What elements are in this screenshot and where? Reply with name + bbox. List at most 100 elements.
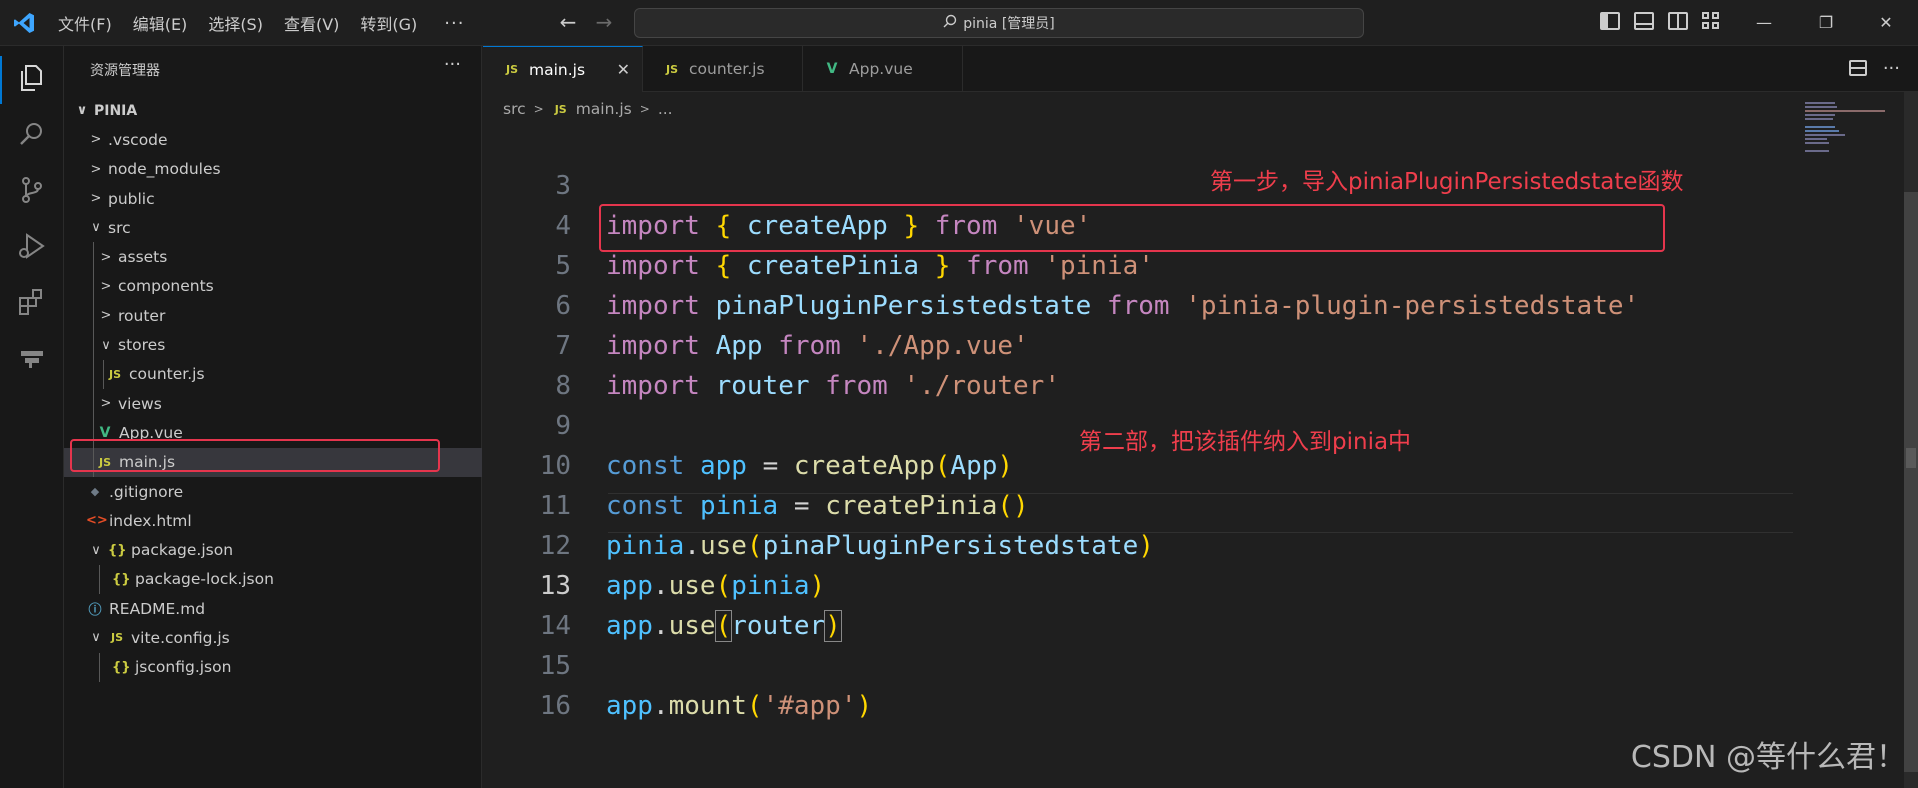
tree-item-label: counter.js [129, 365, 205, 384]
tab-main-js[interactable]: JS main.js ✕ [483, 46, 643, 92]
toggle-panel-icon[interactable] [1634, 12, 1654, 30]
minimap[interactable] [1793, 92, 1903, 788]
customize-layout-icon[interactable] [1702, 12, 1722, 30]
tree-item-readme[interactable]: ⓘ README.md [64, 594, 482, 623]
tree-item-gitignore[interactable]: ◆ .gitignore [64, 477, 482, 506]
tab-actions: ··· [1848, 58, 1900, 79]
tree-item-label: views [118, 394, 162, 413]
tree-item-src[interactable]: ∨ src [64, 213, 482, 242]
extensions-icon[interactable] [16, 286, 48, 318]
explorer-more-button[interactable]: ··· [444, 54, 461, 75]
breadcrumb-rest[interactable]: ... [658, 100, 673, 118]
file-tree: ∨ PINIA > .vscode > node_modules > publi… [64, 96, 482, 682]
indent-guide [93, 388, 94, 419]
chevron-right-icon: > [100, 308, 112, 324]
indent-guide [93, 330, 94, 360]
minimize-button[interactable]: — [1744, 8, 1784, 38]
tree-item-label: index.html [109, 511, 192, 530]
chevron-down-icon: ∨ [76, 103, 88, 119]
chevron-right-icon: > [100, 249, 112, 265]
tree-item-label: README.md [109, 599, 206, 618]
tree-item-public[interactable]: > public [64, 184, 482, 213]
chevron-right-icon: > [533, 102, 544, 116]
menu-bar: 文件(F) 编辑(E) 选择(S) 查看(V) 转到(G) ··· [58, 0, 464, 46]
tree-item-assets[interactable]: > assets [64, 242, 482, 272]
search-text: pinia [管理员] [963, 16, 1055, 32]
tree-item-package-json[interactable]: ∨ {} package.json [64, 535, 482, 564]
code-line: 15 app.mount('#app') [483, 606, 1793, 721]
run-debug-icon[interactable] [16, 230, 48, 262]
tab-app-vue[interactable]: V App.vue [803, 46, 963, 92]
editor-more-button[interactable]: ··· [1883, 58, 1900, 79]
breadcrumb-folder[interactable]: src [503, 100, 526, 118]
tree-item-jsconfig[interactable]: {} jsconfig.json [64, 652, 482, 682]
code-token: ) [856, 691, 873, 721]
arrow-left-icon[interactable]: ← [556, 10, 580, 34]
tree-item-label: package-lock.json [135, 570, 274, 589]
restore-button[interactable]: ❐ [1806, 8, 1846, 38]
tab-counter-js[interactable]: JS counter.js [643, 46, 803, 92]
breadcrumb-file[interactable]: main.js [576, 100, 632, 118]
menu-more-button[interactable]: ··· [444, 13, 464, 34]
tree-item-label: src [108, 218, 131, 237]
tree-item-vscode[interactable]: > .vscode [64, 125, 482, 154]
code-token: . [652, 691, 669, 721]
title-bar: 文件(F) 编辑(E) 选择(S) 查看(V) 转到(G) ··· ← → pi… [0, 0, 1918, 46]
menu-selection[interactable]: 选择(S) [208, 11, 263, 35]
js-file-icon: JS [108, 367, 121, 381]
command-center-search[interactable]: pinia [管理员] [634, 8, 1364, 38]
tree-item-components[interactable]: > components [64, 271, 482, 302]
explorer-icon[interactable] [16, 62, 48, 94]
indent-guide [93, 301, 94, 331]
code-token: ( [746, 691, 763, 721]
scrollbar-marker [1906, 448, 1916, 468]
explorer-sidebar: 资源管理器 ··· ∨ PINIA > .vscode > node_modul… [64, 46, 482, 788]
chevron-down-icon: ∨ [101, 337, 111, 353]
indent-guide [93, 447, 94, 477]
watermark: CSDN @等什么君！ [1630, 740, 1906, 775]
js-file-icon: JS [665, 62, 678, 76]
tree-item-pinia[interactable]: ∨ PINIA [64, 96, 482, 125]
split-editor-icon[interactable] [1848, 60, 1867, 76]
info-file-icon: ⓘ [88, 603, 102, 619]
tree-item-views[interactable]: > views [64, 388, 482, 419]
tree-item-app-vue[interactable]: V App.vue [64, 418, 482, 448]
menu-file[interactable]: 文件(F) [58, 11, 112, 35]
scrollbar-thumb[interactable] [1904, 192, 1918, 772]
chevron-right-icon: > [639, 102, 650, 116]
menu-go[interactable]: 转到(G) [360, 11, 417, 35]
tree-item-node-modules[interactable]: > node_modules [64, 155, 482, 184]
menu-view[interactable]: 查看(V) [284, 11, 339, 35]
toggle-primary-sidebar-icon[interactable] [1600, 12, 1620, 30]
indent-guide [99, 564, 100, 595]
vertical-scrollbar[interactable] [1904, 92, 1918, 788]
tree-item-counter-js[interactable]: JS counter.js [64, 359, 482, 389]
tree-item-package-lock-json[interactable]: {} package-lock.json [64, 564, 482, 595]
js-file-icon: JS [110, 631, 123, 645]
tree-item-label: jsconfig.json [135, 658, 232, 677]
close-tab-icon[interactable]: ✕ [617, 60, 630, 79]
tab-label: main.js [529, 60, 586, 79]
explorer-title: 资源管理器 [90, 63, 160, 79]
remote-explorer-icon[interactable] [16, 342, 48, 374]
tree-item-index-html[interactable]: <> index.html [64, 506, 482, 535]
tree-item-main-js[interactable]: JS main.js [64, 447, 482, 477]
menu-edit[interactable]: 编辑(E) [133, 11, 188, 35]
search-icon[interactable] [16, 118, 48, 150]
code-line: 8 [483, 326, 1793, 401]
arrow-right-icon[interactable]: → [592, 10, 616, 34]
tree-item-router[interactable]: > router [64, 301, 482, 331]
tree-item-vite-config[interactable]: ∨ JS vite.config.js [64, 623, 482, 652]
annotation-step-1: 第一步，导入piniaPluginPersistedstate函数 [1210, 169, 1684, 195]
close-window-button[interactable]: ✕ [1866, 8, 1906, 38]
chevron-right-icon: > [100, 278, 112, 294]
tree-item-stores[interactable]: ∨ stores [64, 330, 482, 360]
source-control-icon[interactable] [16, 174, 48, 206]
code-token: '#app' [762, 691, 857, 721]
tree-item-label: components [118, 277, 214, 296]
code-view[interactable]: 3 import { createApp } from 'vue' 4 impo… [483, 126, 1793, 721]
toggle-secondary-sidebar-icon[interactable] [1668, 12, 1688, 30]
code-line: 12 app.use(pinia) [483, 486, 1793, 601]
vscode-logo-icon[interactable] [12, 11, 36, 35]
tree-item-label: .gitignore [109, 482, 184, 501]
